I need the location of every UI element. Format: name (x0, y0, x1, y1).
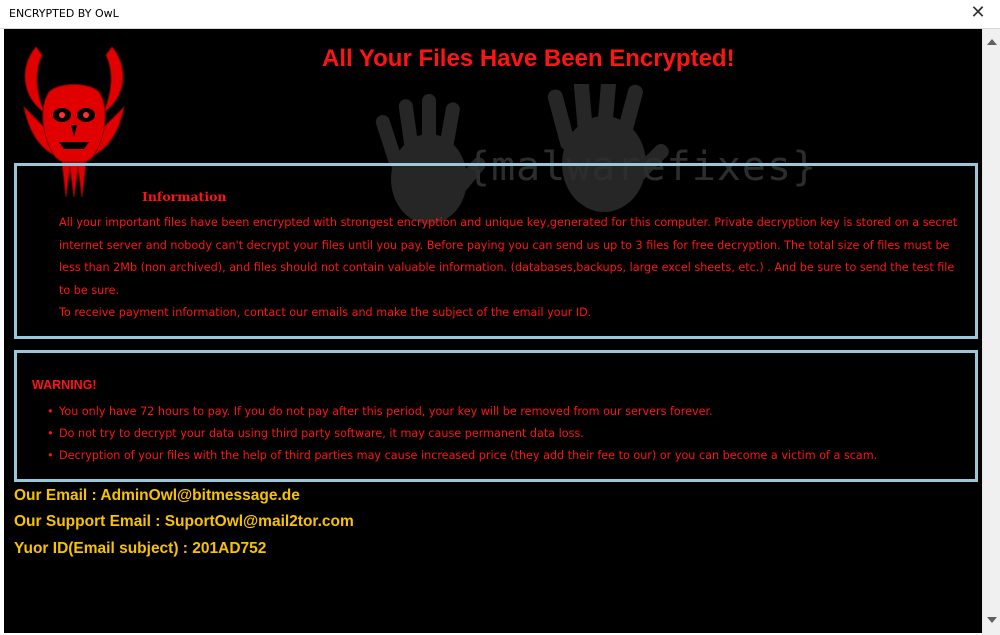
bullet-icon: • (47, 405, 54, 418)
information-text: All your important files have been encry… (59, 212, 969, 325)
scroll-down-icon[interactable] (987, 617, 997, 623)
information-paragraph: All your important files have been encry… (59, 216, 958, 297)
window-titlebar: ENCRYPTED BY OwL ✕ (0, 0, 1000, 29)
window-title: ENCRYPTED BY OwL (9, 7, 119, 20)
warning-heading: WARNING! (32, 378, 97, 392)
list-item: • Decryption of your files with the help … (47, 445, 964, 467)
page-title: All Your Files Have Been Encrypted! (322, 45, 735, 72)
information-box: Information All your important files hav… (14, 163, 978, 339)
contact-email: Our Email : AdminOwl@bitmessage.de (14, 487, 300, 504)
warning-list: • You only have 72 hours to pay. If you d… (47, 401, 964, 467)
warning-item-text: Decryption of your files with the help o… (59, 449, 878, 462)
contact-support-email: Our Support Email : SuportOwl@mail2tor.c… (14, 513, 354, 530)
bullet-icon: • (47, 427, 54, 440)
bullet-icon: • (47, 449, 54, 462)
contact-id: Yuor ID(Email subject) : 201AD752 (14, 540, 267, 557)
close-icon[interactable]: ✕ (966, 2, 990, 24)
list-item: • You only have 72 hours to pay. If you d… (47, 401, 964, 423)
list-item: • Do not try to decrypt your data using t… (47, 423, 964, 445)
information-heading: Information (142, 189, 227, 204)
warning-box: WARNING! • You only have 72 hours to pay.… (14, 350, 978, 482)
vertical-scrollbar[interactable] (982, 29, 1000, 635)
scroll-up-icon[interactable] (987, 39, 997, 45)
warning-item-text: Do not try to decrypt your data using th… (59, 427, 584, 440)
ransom-note-panel: {malwarefixes} All Your Files Have Been … (4, 29, 982, 633)
information-paragraph: To receive payment information, contact … (59, 306, 592, 319)
warning-item-text: You only have 72 hours to pay. If you do… (59, 405, 713, 418)
